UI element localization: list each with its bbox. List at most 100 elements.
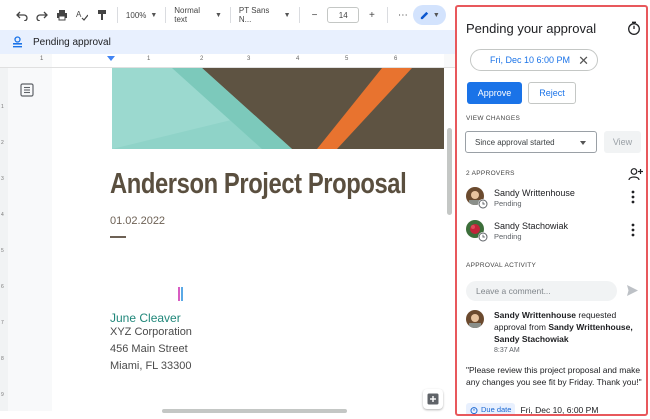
vertical-ruler[interactable]: 1 2 3 4 5 6 7 8 9 bbox=[0, 68, 8, 411]
editing-mode-button[interactable]: ▼ bbox=[412, 5, 446, 25]
ruler-number: 5 bbox=[345, 56, 349, 62]
more-vert-icon[interactable] bbox=[631, 223, 635, 237]
document-outline-icon[interactable] bbox=[20, 83, 34, 97]
toolbar-divider bbox=[165, 7, 167, 23]
send-icon[interactable] bbox=[626, 284, 639, 297]
more-options-button[interactable]: ⋯ bbox=[393, 5, 413, 25]
ruler-number: 6 bbox=[1, 284, 4, 290]
ruler-number: 1 bbox=[40, 56, 44, 62]
font-size-input[interactable]: 14 bbox=[327, 7, 359, 23]
edit-pencil-icon bbox=[420, 11, 429, 19]
activity-entry: Sandy Writtenhouse requested approval fr… bbox=[494, 309, 644, 345]
ruler-number: 1 bbox=[1, 104, 4, 110]
add-comment-icon bbox=[427, 393, 439, 405]
timer-icon bbox=[470, 406, 478, 414]
toolbar-divider bbox=[117, 7, 118, 23]
address-line: 456 Main Street bbox=[110, 343, 188, 355]
svg-text:A: A bbox=[76, 10, 82, 19]
ruler-number: 8 bbox=[1, 356, 4, 362]
activity-time: 8:37 AM bbox=[494, 347, 520, 354]
horizontal-ruler[interactable]: 1 1 2 3 4 5 6 bbox=[0, 54, 455, 68]
header-graphic bbox=[112, 68, 444, 149]
due-date-badge-label: Due date bbox=[481, 405, 512, 414]
ruler-number: 2 bbox=[1, 140, 4, 146]
approver-row: Sandy Writtenhouse Pending bbox=[466, 187, 642, 213]
pending-clock-icon bbox=[478, 199, 488, 209]
style-dropdown[interactable]: Normal text ▼ bbox=[171, 6, 225, 24]
ruler-number: 6 bbox=[394, 56, 398, 62]
due-date-value: Fri, Dec 10, 6:00 PM bbox=[520, 404, 599, 415]
undo-icon[interactable] bbox=[12, 5, 32, 25]
approvers-heading: 2 APPROVERS bbox=[466, 170, 515, 177]
view-changes-select[interactable]: Since approval started bbox=[465, 131, 597, 153]
google-docs-window: A 100% ▼ Normal text ▼ PT Sans N... ▼ − 14 … bbox=[0, 0, 650, 419]
vertical-scrollbar[interactable] bbox=[447, 128, 452, 215]
toolbar-divider bbox=[298, 7, 300, 23]
chevron-down-icon: ▼ bbox=[283, 11, 291, 19]
chevron-down-icon: ▼ bbox=[432, 11, 440, 19]
chevron-down-icon: ▼ bbox=[150, 11, 158, 19]
approval-activity-heading: APPROVAL ACTIVITY bbox=[466, 262, 537, 269]
zoom-value: 100% bbox=[125, 10, 147, 20]
timer-icon[interactable] bbox=[627, 21, 641, 35]
ruler-number: 2 bbox=[200, 56, 204, 62]
approve-button[interactable]: Approve bbox=[467, 82, 522, 104]
ruler-number: 9 bbox=[1, 392, 4, 398]
ruler-number: 1 bbox=[147, 56, 151, 62]
view-button[interactable]: View bbox=[604, 131, 641, 153]
more-vert-icon[interactable] bbox=[631, 190, 635, 204]
view-changes-heading: VIEW CHANGES bbox=[466, 115, 521, 122]
chevron-down-icon bbox=[580, 141, 586, 145]
address-line: XYZ Corporation bbox=[110, 326, 192, 338]
paint-format-icon[interactable] bbox=[92, 5, 112, 25]
approver-name: Sandy Stachowiak bbox=[494, 221, 569, 231]
approver-status: Pending bbox=[494, 199, 522, 208]
spellcheck-icon[interactable]: A bbox=[72, 5, 92, 25]
decrease-font-size-button[interactable]: − bbox=[304, 5, 324, 25]
approval-icon bbox=[13, 36, 22, 48]
style-value: Normal text bbox=[174, 6, 201, 24]
add-comment-button[interactable] bbox=[423, 389, 443, 409]
title-divider bbox=[110, 236, 126, 238]
comment-input[interactable]: Leave a comment... bbox=[466, 281, 617, 301]
due-date-badge: Due date bbox=[466, 403, 516, 414]
banner-label: Pending approval bbox=[33, 36, 111, 48]
panel-title: Pending your approval bbox=[466, 21, 597, 36]
font-dropdown[interactable]: PT Sans N... ▼ bbox=[236, 6, 294, 24]
due-date-row: Due date Fri, Dec 10, 6:00 PM bbox=[466, 403, 599, 415]
scrollbar-thumb[interactable] bbox=[162, 409, 347, 413]
redo-icon[interactable] bbox=[32, 5, 52, 25]
reject-button[interactable]: Reject bbox=[528, 82, 576, 104]
zoom-dropdown[interactable]: 100% ▼ bbox=[123, 11, 160, 20]
approver-status: Pending bbox=[494, 232, 522, 241]
approvals-panel: Pending your approval Fri, Dec 10 6:00 P… bbox=[455, 5, 648, 416]
pending-approval-banner: Pending approval bbox=[0, 30, 455, 54]
address-line: Miami, FL 33300 bbox=[110, 360, 192, 372]
ruler-number: 4 bbox=[296, 56, 300, 62]
font-value: PT Sans N... bbox=[238, 6, 270, 24]
toolbar: A 100% ▼ Normal text ▼ PT Sans N... ▼ − 14 … bbox=[0, 0, 455, 30]
document-date: 01.02.2022 bbox=[110, 215, 166, 227]
approver-row: Sandy Stachowiak Pending bbox=[466, 220, 642, 246]
print-icon[interactable] bbox=[52, 5, 72, 25]
avatar bbox=[466, 310, 484, 328]
close-icon[interactable]: ✕ bbox=[578, 53, 589, 69]
chevron-down-icon: ▼ bbox=[215, 11, 222, 19]
due-date-chip-label: Fri, Dec 10 6:00 PM bbox=[490, 55, 571, 65]
toolbar-divider bbox=[386, 7, 388, 23]
add-approver-icon[interactable] bbox=[628, 167, 643, 181]
view-changes-select-value: Since approval started bbox=[475, 137, 555, 147]
toolbar-divider bbox=[229, 7, 231, 23]
ruler-number: 4 bbox=[1, 212, 4, 218]
approver-name: Sandy Writtenhouse bbox=[494, 188, 575, 198]
pending-clock-icon bbox=[478, 232, 488, 242]
document-title: Anderson Project Proposal bbox=[110, 168, 407, 200]
ruler-number: 3 bbox=[1, 176, 4, 182]
increase-font-size-button[interactable]: + bbox=[362, 5, 382, 25]
document-page[interactable]: Anderson Project Proposal 01.02.2022 Jun… bbox=[52, 68, 444, 411]
ruler-number: 7 bbox=[1, 320, 4, 326]
due-date-chip[interactable]: Fri, Dec 10 6:00 PM ✕ bbox=[470, 49, 598, 71]
indent-marker[interactable] bbox=[107, 56, 115, 61]
horizontal-scrollbar[interactable] bbox=[52, 408, 444, 414]
activity-actor: Sandy Writtenhouse bbox=[494, 310, 577, 320]
